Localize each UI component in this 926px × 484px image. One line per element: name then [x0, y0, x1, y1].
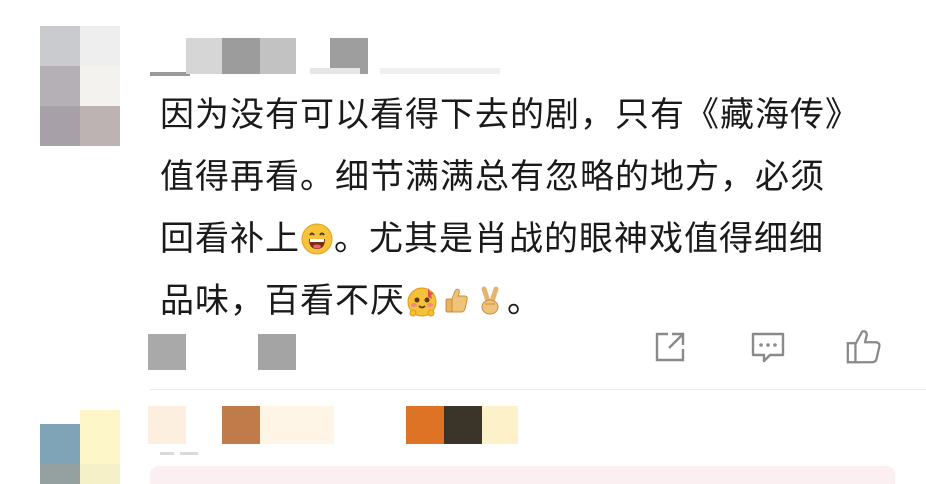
- comment-meta-blurred: [258, 334, 296, 370]
- comment-line: 因为没有可以看得下去的剧，只有《藏海传》: [160, 95, 860, 135]
- avatar[interactable]: [40, 410, 120, 484]
- comment-line-text: 回看补上: [160, 219, 300, 259]
- username[interactable]: [148, 406, 528, 446]
- victory-hand-emoji: [474, 275, 506, 315]
- grinning-face-emoji: [301, 213, 333, 255]
- reply-preview-strip: [150, 466, 895, 484]
- comment-icon[interactable]: [748, 325, 788, 369]
- comment-line-text: 品味，百看不厌: [160, 281, 405, 321]
- comment-line: 回看补上 。尤其是肖战的眼神戏值得细细: [160, 208, 900, 270]
- thumbs-up-emoji: [440, 275, 472, 313]
- divider: [150, 389, 926, 390]
- blushing-cute-face-emoji: [406, 275, 438, 317]
- avatar[interactable]: [40, 26, 120, 146]
- username[interactable]: [150, 38, 500, 80]
- comment-line-text: 。尤其是肖战的眼神戏值得细细: [334, 219, 824, 259]
- comment-item: 因为没有可以看得下去的剧，只有《藏海传》 值得再看。细节满满总有忽略的地方，必须…: [0, 0, 926, 390]
- comment-text: 因为没有可以看得下去的剧，只有《藏海传》 值得再看。细节满满总有忽略的地方，必须…: [160, 84, 900, 332]
- comment-line: 值得再看。细节满满总有忽略的地方，必须: [160, 157, 825, 197]
- comment-actions: [650, 325, 890, 369]
- comment-meta-blurred: [160, 452, 200, 460]
- share-icon[interactable]: [650, 325, 690, 369]
- comment-line: 品味，百看不厌 。: [160, 270, 900, 332]
- comment-line-text: 。: [507, 281, 542, 321]
- comment-meta-blurred: [148, 334, 186, 370]
- thumbs-up-icon[interactable]: [844, 325, 884, 369]
